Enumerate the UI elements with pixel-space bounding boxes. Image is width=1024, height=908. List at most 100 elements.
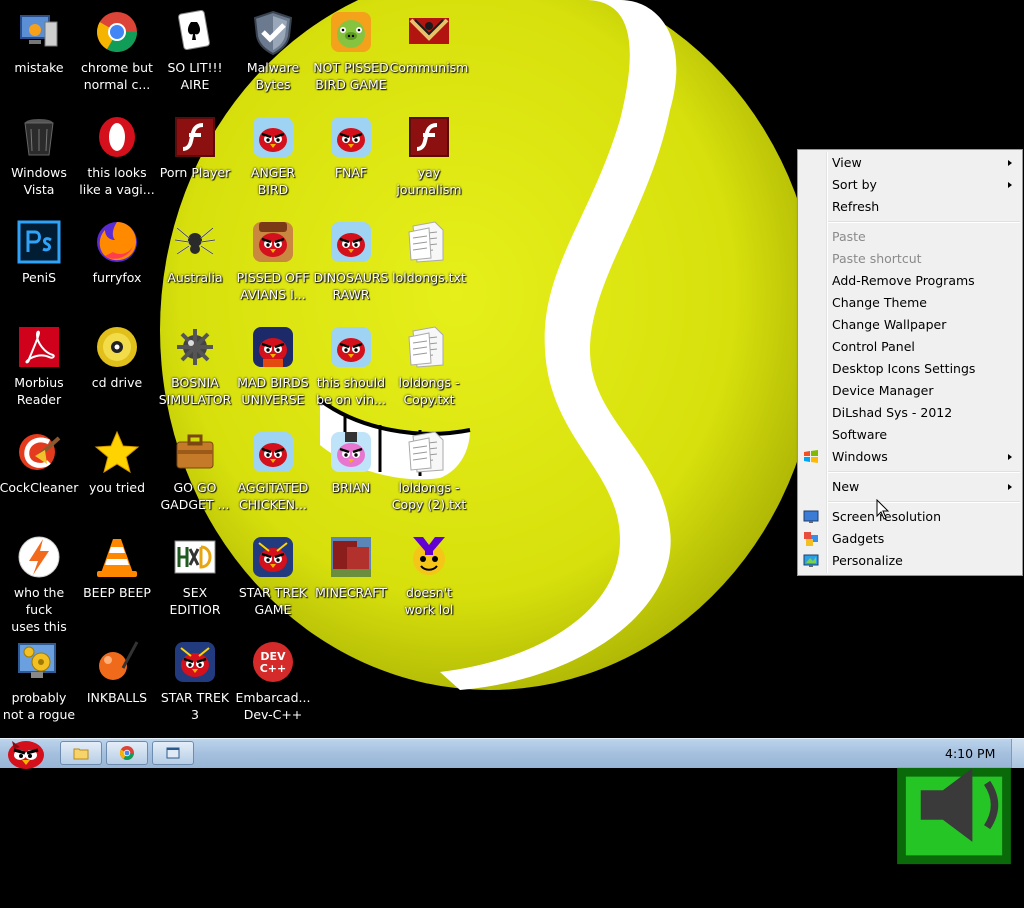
angry-bird-starwars-icon <box>171 638 219 686</box>
desktop-icon-dev-cpp[interactable]: DEV C++ Embarcad... Dev-C++ <box>234 634 312 738</box>
desktop-icon-minesweeper[interactable]: BOSNIA SIMULATOR <box>156 319 234 423</box>
desktop-icon-chrome[interactable]: chrome but normal c... <box>78 4 156 108</box>
menu-item-change-theme[interactable]: Change Theme <box>800 292 1020 314</box>
menu-item-screen-resolution[interactable]: Screen resolution <box>800 506 1020 528</box>
desktop-icon-spider[interactable]: Australia <box>156 214 234 318</box>
desktop-icon-star-trek-game[interactable]: STAR TREK GAME <box>234 529 312 633</box>
desktop-icon-label: AGGITATED CHICKEN... <box>237 480 309 512</box>
desktop-icon-cd-drive[interactable]: cd drive <box>78 319 156 423</box>
menu-item-sort-by[interactable]: Sort by <box>800 174 1020 196</box>
menu-item-add-remove-programs[interactable]: Add-Remove Programs <box>800 270 1020 292</box>
taskbar-clock[interactable]: 4:10 PM <box>945 746 995 761</box>
desktop-icon-yahoo[interactable]: doesn't work lol <box>390 529 468 633</box>
desktop-icon-label: Malware Bytes <box>246 60 300 92</box>
taskbar-chrome-button[interactable] <box>106 741 148 765</box>
yahoo-icon <box>405 533 453 581</box>
desktop-icon-opera[interactable]: this looks like a vagi... <box>78 109 156 213</box>
desktop-icon-flash-player[interactable]: Porn Player <box>156 109 234 213</box>
desktop-icon-go-go-gadget[interactable]: GO GO GADGET ... <box>156 424 234 528</box>
menu-item-label: Add-Remove Programs <box>832 273 975 288</box>
volume-icon[interactable] <box>906 746 1024 864</box>
mouse-cursor-icon <box>876 499 890 520</box>
desktop-icon-mistake[interactable]: mistake <box>0 4 78 108</box>
desktop-icon-brian[interactable]: BRIAN <box>312 424 390 528</box>
desktop-icon-fnaf[interactable]: FNAF <box>312 109 390 213</box>
menu-item-view[interactable]: View <box>800 152 1020 174</box>
desktop-icon-label: Australia <box>167 270 223 285</box>
angry-bird-icon <box>327 113 375 161</box>
desktop-icon-label: MAD BIRDS UNIVERSE <box>237 375 309 407</box>
show-desktop-button[interactable] <box>1011 739 1024 768</box>
desktop-icon-malwarebytes[interactable]: Malware Bytes <box>234 4 312 108</box>
menu-item-label: Control Panel <box>832 339 915 354</box>
menu-item-control-panel[interactable]: Control Panel <box>800 336 1020 358</box>
desktop-icon-this-should[interactable]: this should be on vin... <box>312 319 390 423</box>
menu-item-software[interactable]: Software <box>800 424 1020 446</box>
angry-bird-start-icon[interactable] <box>2 733 50 769</box>
desktop-icon-photoshop[interactable]: PeniS <box>0 214 78 318</box>
desktop-icon-papers-please[interactable]: Communism <box>390 4 468 108</box>
desktop-icon-inkballs[interactable]: INKBALLS <box>78 634 156 738</box>
desktop-icon-mad-birds[interactable]: MAD BIRDS UNIVERSE <box>234 319 312 423</box>
menu-item-dilshad-sys-2012[interactable]: DiLshad Sys - 2012 <box>800 402 1020 424</box>
menu-item-device-manager[interactable]: Device Manager <box>800 380 1020 402</box>
desktop-icon-label: STAR TREK 3 <box>160 690 230 722</box>
menu-item-windows[interactable]: Windows <box>800 446 1020 468</box>
gadgets-icon <box>804 532 818 546</box>
desktop-icon-ccleaner[interactable]: CockCleaner <box>0 424 78 528</box>
desktop-icon-windows-vista[interactable]: Windows Vista <box>0 109 78 213</box>
menu-item-change-wallpaper[interactable]: Change Wallpaper <box>800 314 1020 336</box>
desktop-icon-label: NOT PISSED BIRD GAME <box>313 60 389 92</box>
trash-bin-icon <box>15 113 63 161</box>
flash-icon <box>171 113 219 161</box>
taskbar: 4:10 PM <box>0 738 1024 865</box>
desktop-icon-label: mistake <box>14 60 64 75</box>
desktop-icon-firefox[interactable]: furryfox <box>78 214 156 318</box>
menu-item-refresh[interactable]: Refresh <box>800 196 1020 218</box>
desktop-icon-who-uses-this[interactable]: who the fuck uses this <box>0 529 78 634</box>
desktop-icon-loldongs[interactable]: loldongs.txt <box>390 214 468 318</box>
menu-item-desktop-icons-settings[interactable]: Desktop Icons Settings <box>800 358 1020 380</box>
angry-bird-icon <box>327 323 375 371</box>
emblem-icon <box>405 8 453 56</box>
menu-item-label: View <box>832 155 862 170</box>
angry-bird-stella-icon <box>327 428 375 476</box>
desktop-icon-star-trek-3[interactable]: STAR TREK 3 <box>156 634 234 738</box>
desktop-icon-aggitated-chicken[interactable]: AGGITATED CHICKEN... <box>234 424 312 528</box>
desktop-icon-pissed-off-avians[interactable]: PISSED OFF AVIANS I... <box>234 214 312 318</box>
taskbar-explorer-button[interactable] <box>60 741 102 765</box>
menu-separator <box>828 471 1020 473</box>
taskbar-switch-windows-button[interactable] <box>152 741 194 765</box>
desktop-icon-loldongs-copy-2[interactable]: loldongs - Copy (2).txt <box>390 424 468 528</box>
desktop-icon-acrobat[interactable]: Morbius Reader <box>0 319 78 423</box>
desktop-icon-solitaire[interactable]: SO LIT!!! AIRE <box>156 4 234 108</box>
desktop-icon-minecraft[interactable]: MINECRAFT <box>312 529 390 633</box>
briefcase-icon <box>171 428 219 476</box>
menu-item-label: Change Wallpaper <box>832 317 947 332</box>
desktop-icon-label: chrome but normal c... <box>81 60 153 92</box>
folder-icon <box>73 748 89 760</box>
menu-item-label: Windows <box>832 449 888 464</box>
text-file-icon <box>405 323 453 371</box>
desktop-icon-bad-piggies[interactable]: NOT PISSED BIRD GAME <box>312 4 390 108</box>
desktop-icon-label: Communism <box>389 60 469 75</box>
desktop-icon-label: ANGER BIRD <box>250 165 296 197</box>
desktop-icon-label: doesn't work lol <box>404 585 454 617</box>
desktop-icon-label: loldongs.txt <box>392 270 466 285</box>
menu-item-gadgets[interactable]: Gadgets <box>800 528 1020 550</box>
desktop-icon-dinosaurs-rawr[interactable]: DINOSAURS RAWR <box>312 214 390 318</box>
desktop-icon-yay-journalism[interactable]: yay journalism <box>390 109 468 213</box>
menu-item-new[interactable]: New <box>800 476 1020 498</box>
monitor-gears-icon <box>15 638 63 686</box>
text-file-icon <box>405 218 453 266</box>
desktop-icon-anger-bird[interactable]: ANGER BIRD <box>234 109 312 213</box>
desktop-icon-probably-not-rogue[interactable]: probably not a rogue <box>0 634 78 738</box>
desktop-icon-loldongs-copy[interactable]: loldongs - Copy.txt <box>390 319 468 423</box>
opera-icon <box>93 113 141 161</box>
menu-item-personalize[interactable]: Personalize <box>800 550 1020 572</box>
desktop-icon-sex-editior[interactable]: SEX EDITIOR <box>156 529 234 633</box>
desktop-icon-you-tried[interactable]: you tried <box>78 424 156 528</box>
desktop-icon-label: who the fuck uses this <box>11 585 67 634</box>
desktop-icon-label: MINECRAFT <box>315 585 387 600</box>
desktop-icon-vlc[interactable]: BEEP BEEP <box>78 529 156 633</box>
